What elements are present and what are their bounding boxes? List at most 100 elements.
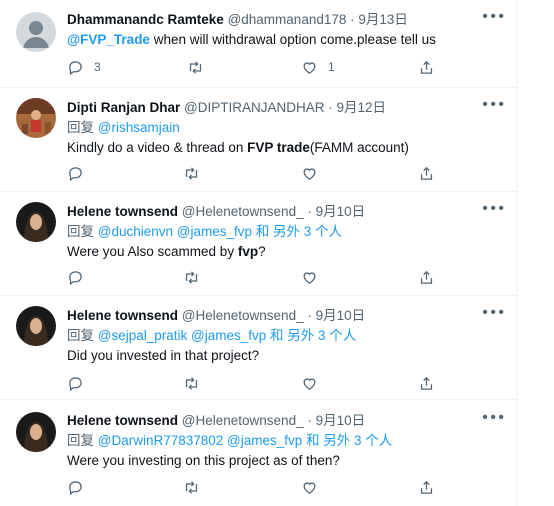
- tweet-date[interactable]: 9月12日: [337, 100, 387, 115]
- like-button[interactable]: [301, 267, 318, 287]
- mention-link[interactable]: @FVP_Trade: [67, 32, 150, 47]
- user-handle[interactable]: @dhammanand178: [228, 12, 347, 27]
- tweet-header: Helene townsend @Helenetownsend_ · 9月10日: [67, 411, 503, 431]
- like-button[interactable]: [301, 477, 318, 497]
- reply-button[interactable]: [67, 163, 84, 183]
- tweet[interactable]: Dhammanandc Ramteke @dhammanand178 · 9月1…: [0, 0, 517, 88]
- reply-prefix: 回复: [67, 224, 98, 239]
- separator-dot: ·: [307, 204, 312, 219]
- reply-to-link[interactable]: @duchienvn @james_fvp 和 另外 3 个人: [98, 224, 342, 239]
- separator-dot: ·: [307, 308, 312, 323]
- retweet-button[interactable]: [183, 163, 200, 183]
- user-handle[interactable]: @Helenetownsend_: [182, 204, 304, 219]
- user-name[interactable]: Helene townsend: [67, 308, 178, 323]
- retweet-button[interactable]: [183, 477, 200, 497]
- tweet-header: Helene townsend @Helenetownsend_ · 9月10日: [67, 306, 503, 326]
- retweet-icon: [187, 59, 204, 76]
- like-button[interactable]: [301, 163, 318, 183]
- like-icon: [301, 59, 318, 76]
- share-icon: [418, 479, 435, 496]
- tweet-text-bold: FVP trade: [247, 140, 310, 155]
- tweet-text: Were you Also scammed by fvp?: [67, 242, 503, 262]
- user-name[interactable]: Helene townsend: [67, 413, 178, 428]
- share-button[interactable]: [418, 477, 435, 497]
- tweet-text: Kindly do a video & thread on FVP trade(…: [67, 138, 503, 158]
- reply-button[interactable]: [67, 267, 84, 287]
- retweet-icon: [183, 479, 200, 496]
- tweet-text: Did you invested in that project?: [67, 348, 260, 363]
- user-name[interactable]: Dipti Ranjan Dhar: [67, 100, 180, 115]
- share-button[interactable]: [418, 267, 435, 287]
- tweet-text-body: when will withdrawal option come.please …: [149, 32, 436, 47]
- right-margin: [518, 0, 554, 506]
- more-icon[interactable]: • • •: [482, 200, 504, 218]
- reply-to-link[interactable]: @DarwinR77837802 @james_fvp 和 另外 3 个人: [98, 433, 393, 448]
- reply-button[interactable]: [67, 373, 84, 393]
- like-button[interactable]: [301, 373, 318, 393]
- more-icon[interactable]: • • •: [482, 96, 504, 114]
- reply-icon: [67, 165, 84, 182]
- reply-prefix: 回复: [67, 120, 98, 135]
- user-handle[interactable]: @Helenetownsend_: [182, 413, 304, 428]
- tweet-date[interactable]: 9月10日: [316, 308, 366, 323]
- reply-icon: [67, 479, 84, 496]
- tweet-feed: Dhammanandc Ramteke @dhammanand178 · 9月1…: [0, 0, 518, 506]
- avatar[interactable]: [16, 306, 56, 346]
- share-icon: [418, 375, 435, 392]
- reply-prefix: 回复: [67, 433, 98, 448]
- reply-context: 回复 @rishsamjain: [67, 118, 503, 138]
- tweet[interactable]: Dipti Ranjan Dhar @DIPTIRANJANDHAR · 9月1…: [0, 88, 517, 192]
- more-icon[interactable]: • • •: [482, 304, 504, 322]
- avatar[interactable]: [16, 12, 56, 52]
- tweet-date[interactable]: 9月10日: [316, 413, 366, 428]
- more-icon[interactable]: • • •: [482, 409, 504, 427]
- user-name[interactable]: Dhammanandc Ramteke: [67, 12, 224, 27]
- share-button[interactable]: [418, 373, 435, 393]
- separator-dot: ·: [328, 100, 333, 115]
- reply-to-link[interactable]: @sejpal_pratik @james_fvp 和 另外 3 个人: [98, 328, 357, 343]
- reply-button[interactable]: [67, 477, 84, 497]
- like-icon: [301, 375, 318, 392]
- tweet-actions: [67, 477, 437, 497]
- avatar-photo: [16, 412, 56, 452]
- tweet-date[interactable]: 9月13日: [358, 12, 408, 27]
- tweet[interactable]: Helene townsend @Helenetownsend_ · 9月10日…: [0, 192, 517, 296]
- user-handle[interactable]: @DIPTIRANJANDHAR: [184, 100, 324, 115]
- like-icon: [301, 269, 318, 286]
- reply-to-link[interactable]: @rishsamjain: [98, 120, 180, 135]
- share-icon: [418, 165, 435, 182]
- retweet-button[interactable]: [183, 373, 200, 393]
- reply-context: 回复 @sejpal_pratik @james_fvp 和 另外 3 个人: [67, 326, 503, 346]
- retweet-icon: [183, 375, 200, 392]
- tweet-actions: [67, 373, 437, 393]
- share-icon: [418, 59, 435, 76]
- avatar-photo: [16, 98, 56, 138]
- more-icon[interactable]: • • •: [482, 8, 504, 26]
- tweet-header: Dhammanandc Ramteke @dhammanand178 · 9月1…: [67, 10, 503, 30]
- reply-icon: [67, 59, 84, 76]
- avatar[interactable]: [16, 412, 56, 452]
- tweet-header: Dipti Ranjan Dhar @DIPTIRANJANDHAR · 9月1…: [67, 98, 503, 118]
- share-button[interactable]: [418, 163, 435, 183]
- reply-icon: [67, 375, 84, 392]
- user-handle[interactable]: @Helenetownsend_: [182, 308, 304, 323]
- retweet-button[interactable]: [183, 267, 200, 287]
- tweet-date[interactable]: 9月10日: [316, 204, 366, 219]
- tweet-text-bold: fvp: [237, 244, 259, 259]
- tweet-actions: [67, 163, 437, 183]
- like-button[interactable]: 1: [301, 57, 335, 77]
- tweet-text: Were you investing on this project as of…: [67, 453, 340, 468]
- avatar[interactable]: [16, 98, 56, 138]
- tweet-actions: 3 1: [67, 57, 437, 77]
- like-count: 1: [328, 60, 335, 74]
- reply-button[interactable]: 3: [67, 57, 101, 77]
- share-button[interactable]: [418, 57, 435, 77]
- retweet-icon: [183, 269, 200, 286]
- retweet-button[interactable]: [187, 57, 204, 77]
- user-name[interactable]: Helene townsend: [67, 204, 178, 219]
- tweet[interactable]: Helene townsend @Helenetownsend_ · 9月10日…: [0, 400, 517, 506]
- tweet-text-part: Kindly do a video & thread on: [67, 140, 248, 155]
- tweet[interactable]: Helene townsend @Helenetownsend_ · 9月10日…: [0, 296, 517, 400]
- avatar[interactable]: [16, 202, 56, 242]
- tweet-text-part: Were you Also scammed by: [67, 244, 238, 259]
